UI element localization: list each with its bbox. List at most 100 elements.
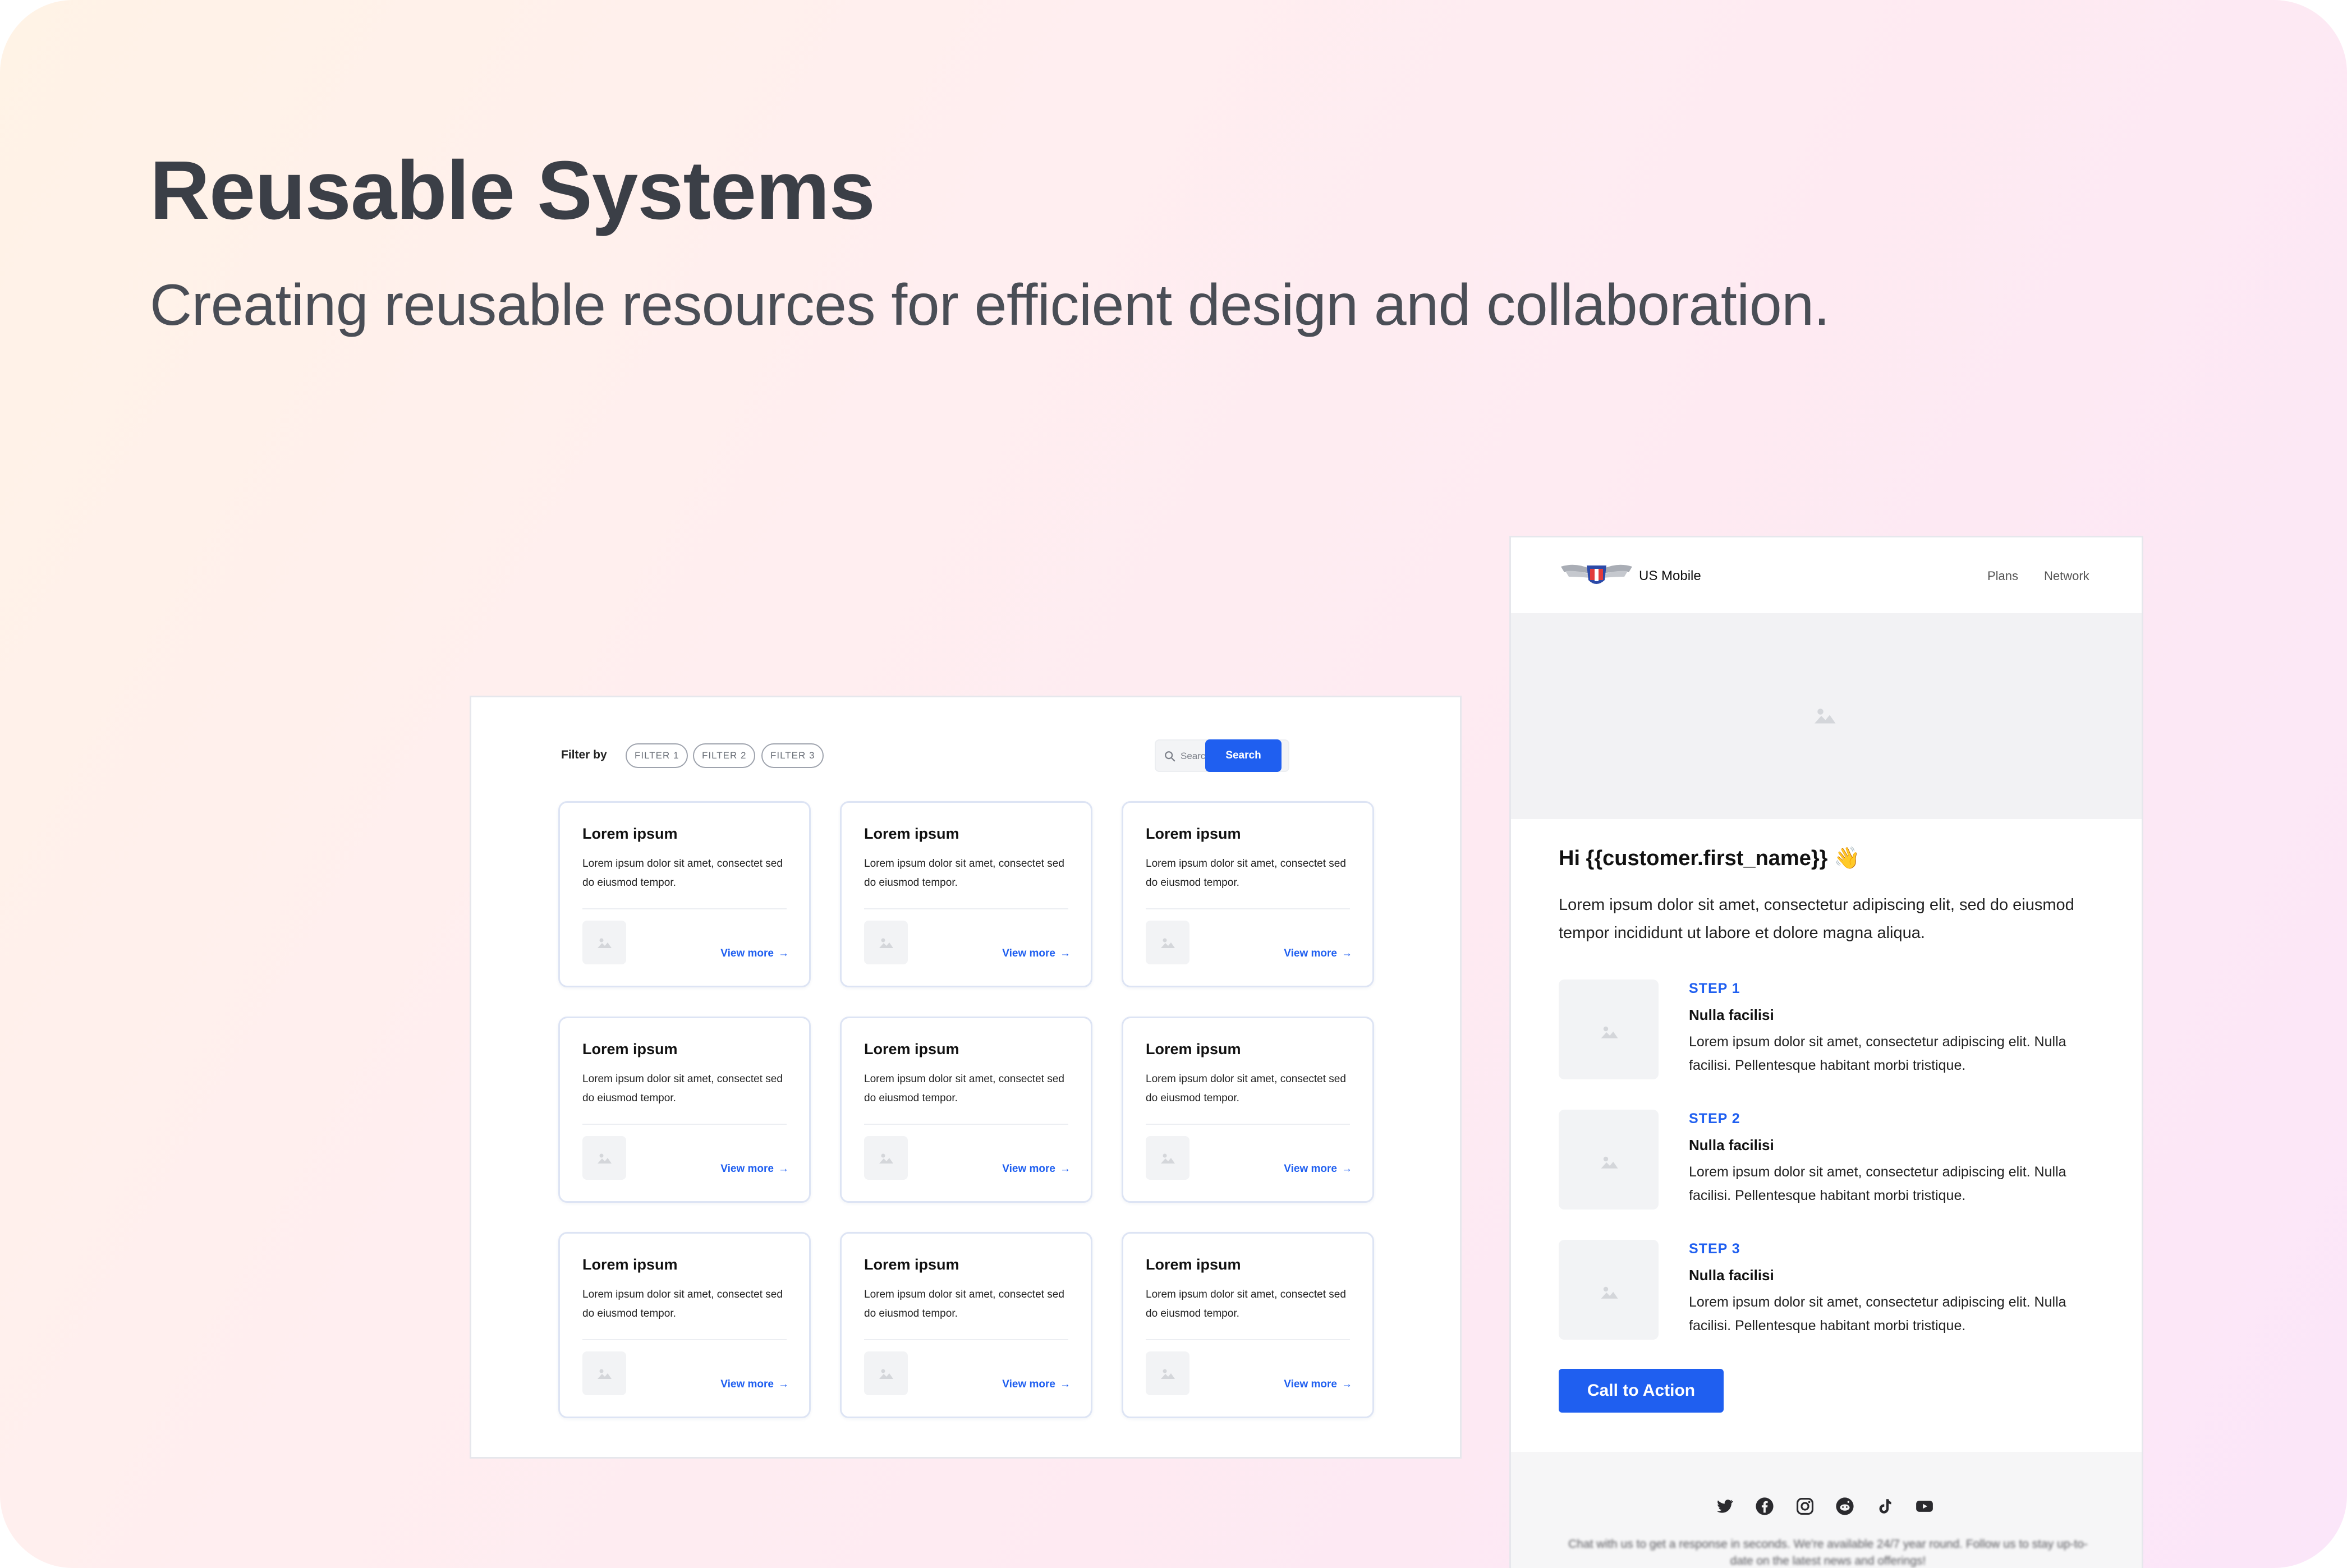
step-body: Lorem ipsum dolor sit amet, consectetur …: [1689, 1164, 2066, 1203]
step-thumbnail: [1559, 980, 1659, 1079]
card-divider: [864, 1124, 1068, 1125]
view-more-link[interactable]: View more →: [1284, 1163, 1352, 1175]
search-button[interactable]: Search: [1205, 739, 1282, 772]
card-body: Lorem ipsum dolor sit amet, consectet se…: [864, 1289, 1064, 1319]
card-title: Lorem ipsum: [864, 825, 959, 842]
card-divider: [864, 908, 1068, 909]
greeting-heading: Hi {{customer.first_name}} 👋: [1559, 847, 1861, 870]
card-body: Lorem ipsum dolor sit amet, consectet se…: [864, 1073, 1064, 1104]
image-placeholder-icon: [1161, 1153, 1175, 1164]
card: Lorem ipsum Lorem ipsum dolor sit amet, …: [1122, 1232, 1374, 1418]
card: Lorem ipsum Lorem ipsum dolor sit amet, …: [840, 1232, 1092, 1418]
youtube-icon[interactable]: [1915, 1497, 1934, 1516]
image-placeholder-icon: [598, 938, 612, 948]
email-header: US Mobile Plans Network: [1511, 537, 2142, 613]
nav-link-plans[interactable]: Plans: [1987, 569, 2018, 583]
twitter-icon[interactable]: [1715, 1497, 1734, 1516]
image-placeholder-icon: [598, 1369, 612, 1379]
step-body: Lorem ipsum dolor sit amet, consectetur …: [1689, 1294, 2066, 1334]
card-divider: [582, 908, 787, 909]
card: Lorem ipsum Lorem ipsum dolor sit amet, …: [1122, 801, 1374, 987]
call-to-action-button[interactable]: Call to Action: [1559, 1369, 1724, 1413]
card-thumbnail: [1146, 921, 1189, 964]
card-title: Lorem ipsum: [864, 1041, 959, 1057]
card-thumbnail: [582, 1351, 626, 1395]
card-body: Lorem ipsum dolor sit amet, consectet se…: [582, 858, 783, 889]
card-title: Lorem ipsum: [582, 1256, 678, 1273]
card-grid-mockup: Filter by FILTER 1 FILTER 2 FILTER 3 Sea…: [470, 696, 1462, 1459]
card-thumbnail: [582, 1136, 626, 1180]
facebook-icon[interactable]: [1755, 1497, 1774, 1516]
card-thumbnail: [864, 1136, 908, 1180]
view-more-label: View more: [1284, 1163, 1337, 1175]
card-title: Lorem ipsum: [864, 1256, 959, 1273]
reddit-icon[interactable]: [1835, 1497, 1854, 1516]
search-icon: [1165, 751, 1175, 762]
view-more-link[interactable]: View more →: [720, 948, 789, 960]
arrow-right-icon: →: [1060, 948, 1071, 959]
view-more-link[interactable]: View more →: [720, 1163, 789, 1175]
arrow-right-icon: →: [1342, 948, 1352, 959]
step-body: Lorem ipsum dolor sit amet, consectetur …: [1689, 1034, 2066, 1073]
view-more-label: View more: [1284, 948, 1337, 959]
view-more-link[interactable]: View more →: [1002, 948, 1071, 960]
us-mobile-logo-icon: [1561, 564, 1632, 584]
image-placeholder-icon: [1601, 1026, 1618, 1038]
arrow-right-icon: →: [1060, 1163, 1071, 1175]
image-placeholder-icon: [1161, 938, 1175, 948]
arrow-right-icon: →: [778, 948, 789, 959]
image-placeholder-icon: [598, 1153, 612, 1164]
card: Lorem ipsum Lorem ipsum dolor sit amet, …: [558, 801, 811, 987]
image-placeholder-icon: [1815, 709, 1836, 724]
view-more-link[interactable]: View more →: [1002, 1378, 1071, 1391]
card-thumbnail: [1146, 1136, 1189, 1180]
step-item: STEP 2 Nulla facilisi Lorem ipsum dolor …: [1559, 1110, 2097, 1216]
brand-name: US Mobile: [1639, 568, 1701, 583]
view-more-label: View more: [720, 948, 774, 959]
view-more-link[interactable]: View more →: [1284, 948, 1352, 960]
step-heading: Nulla facilisi: [1689, 1267, 1774, 1284]
image-placeholder-icon: [1601, 1286, 1618, 1299]
card-divider: [864, 1339, 1068, 1340]
card-title: Lorem ipsum: [1146, 825, 1241, 842]
view-more-label: View more: [1002, 1163, 1055, 1175]
step-heading: Nulla facilisi: [1689, 1006, 1774, 1023]
filter-chip-1[interactable]: FILTER 1: [626, 743, 688, 768]
intro-text: Lorem ipsum dolor sit amet, consectetur …: [1559, 896, 2074, 942]
slide-subtitle: Creating reusable resources for efficien…: [150, 273, 1830, 338]
card-title: Lorem ipsum: [582, 1041, 678, 1057]
view-more-link[interactable]: View more →: [1284, 1378, 1352, 1391]
footer-text: Chat with us to get a response in second…: [1568, 1538, 2088, 1567]
step-thumbnail: [1559, 1240, 1659, 1340]
view-more-label: View more: [1002, 1378, 1055, 1390]
view-more-link[interactable]: View more →: [1002, 1163, 1071, 1175]
slide-title: Reusable Systems: [150, 144, 875, 237]
arrow-right-icon: →: [1342, 1378, 1352, 1390]
card: Lorem ipsum Lorem ipsum dolor sit amet, …: [840, 801, 1092, 987]
card-divider: [1146, 908, 1350, 909]
card-divider: [1146, 1339, 1350, 1340]
tiktok-icon[interactable]: [1875, 1497, 1894, 1516]
card-divider: [1146, 1124, 1350, 1125]
image-placeholder-icon: [879, 1369, 893, 1379]
email-footer: Chat with us to get a response in second…: [1511, 1452, 2142, 1568]
card-body: Lorem ipsum dolor sit amet, consectet se…: [1146, 858, 1346, 889]
instagram-icon[interactable]: [1795, 1497, 1815, 1516]
filter-chip-3[interactable]: FILTER 3: [761, 743, 824, 768]
card: Lorem ipsum Lorem ipsum dolor sit amet, …: [840, 1017, 1092, 1203]
card-body: Lorem ipsum dolor sit amet, consectet se…: [1146, 1289, 1346, 1319]
step-label: STEP 2: [1689, 1111, 1740, 1126]
image-placeholder-icon: [1161, 1369, 1175, 1379]
card-body: Lorem ipsum dolor sit amet, consectet se…: [1146, 1073, 1346, 1104]
arrow-right-icon: →: [778, 1378, 789, 1390]
view-more-link[interactable]: View more →: [720, 1378, 789, 1391]
card-grid: Lorem ipsum Lorem ipsum dolor sit amet, …: [558, 801, 1377, 1418]
view-more-label: View more: [720, 1378, 774, 1390]
filter-chip-2[interactable]: FILTER 2: [693, 743, 756, 768]
step-item: STEP 3 Nulla facilisi Lorem ipsum dolor …: [1559, 1240, 2097, 1346]
nav-link-network[interactable]: Network: [2044, 569, 2089, 583]
arrow-right-icon: →: [778, 1163, 789, 1175]
image-placeholder-icon: [879, 938, 893, 948]
card-thumbnail: [1146, 1351, 1189, 1395]
card-divider: [582, 1339, 787, 1340]
